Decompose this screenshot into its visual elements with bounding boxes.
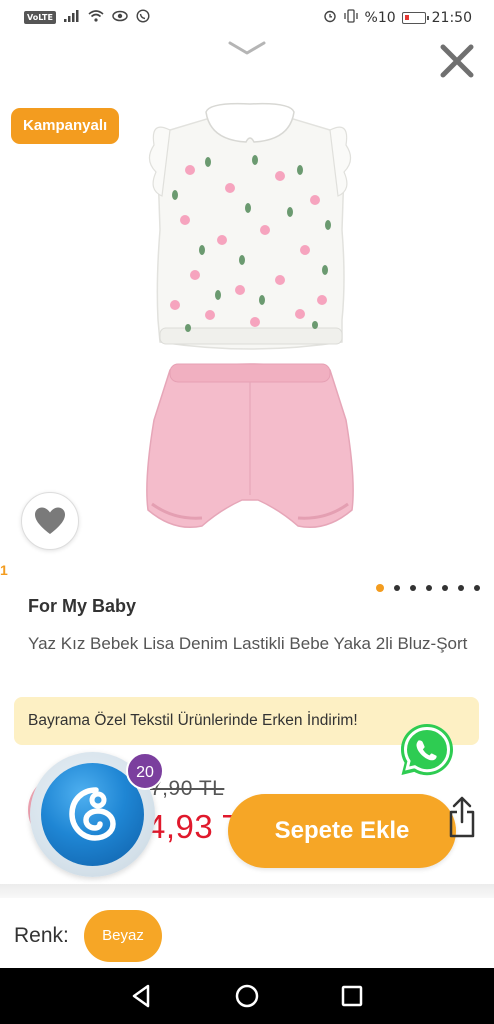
status-right: %10 21:50: [323, 9, 472, 26]
color-option-selected[interactable]: Beyaz: [84, 910, 162, 962]
whatsapp-icon[interactable]: [398, 721, 456, 779]
section-divider: [0, 884, 494, 898]
status-left: VoLTE: [24, 9, 150, 26]
pager-dot[interactable]: [376, 584, 384, 592]
pager-dot[interactable]: [442, 585, 448, 591]
whatsapp-status-icon: [136, 9, 150, 26]
close-icon[interactable]: [436, 40, 478, 82]
product-title: Yaz Kız Bebek Lisa Denim Lastikli Bebe Y…: [28, 634, 468, 653]
share-icon[interactable]: [448, 796, 476, 838]
clock: 21:50: [431, 9, 472, 26]
pager-dot[interactable]: [394, 585, 400, 591]
alarm-icon: [323, 9, 337, 26]
product-image[interactable]: [130, 100, 370, 550]
pager-dot[interactable]: [458, 585, 464, 591]
color-label: Renk:: [14, 924, 69, 947]
brand-name[interactable]: For My Baby: [28, 596, 136, 617]
home-circle-icon[interactable]: [231, 980, 263, 1012]
system-nav-bar: [0, 968, 494, 1024]
eye-icon: [112, 10, 128, 25]
edge-indicator: 1: [0, 562, 8, 578]
pager-dot[interactable]: [410, 585, 416, 591]
campaign-badge: Kampanyalı: [11, 108, 120, 144]
image-pager[interactable]: [376, 584, 480, 592]
battery-icon: [401, 11, 429, 24]
pager-dot[interactable]: [426, 585, 432, 591]
back-triangle-icon[interactable]: [126, 980, 158, 1012]
heart-icon: [35, 507, 65, 534]
pager-dot[interactable]: [474, 585, 480, 591]
volte-icon: VoLTE: [24, 11, 56, 24]
recent-square-icon[interactable]: [336, 980, 368, 1012]
battery-percent: %10: [364, 9, 396, 26]
wifi-icon: [88, 10, 104, 25]
vibrate-icon: [343, 9, 359, 26]
add-to-cart-button[interactable]: Sepete Ekle: [228, 794, 456, 868]
chevron-down-icon[interactable]: [228, 38, 266, 58]
notification-count-badge: 20: [126, 752, 164, 790]
signal-icon: [63, 10, 80, 25]
favorite-button[interactable]: [21, 492, 79, 550]
status-bar: VoLTE %10 21:50: [0, 0, 494, 36]
